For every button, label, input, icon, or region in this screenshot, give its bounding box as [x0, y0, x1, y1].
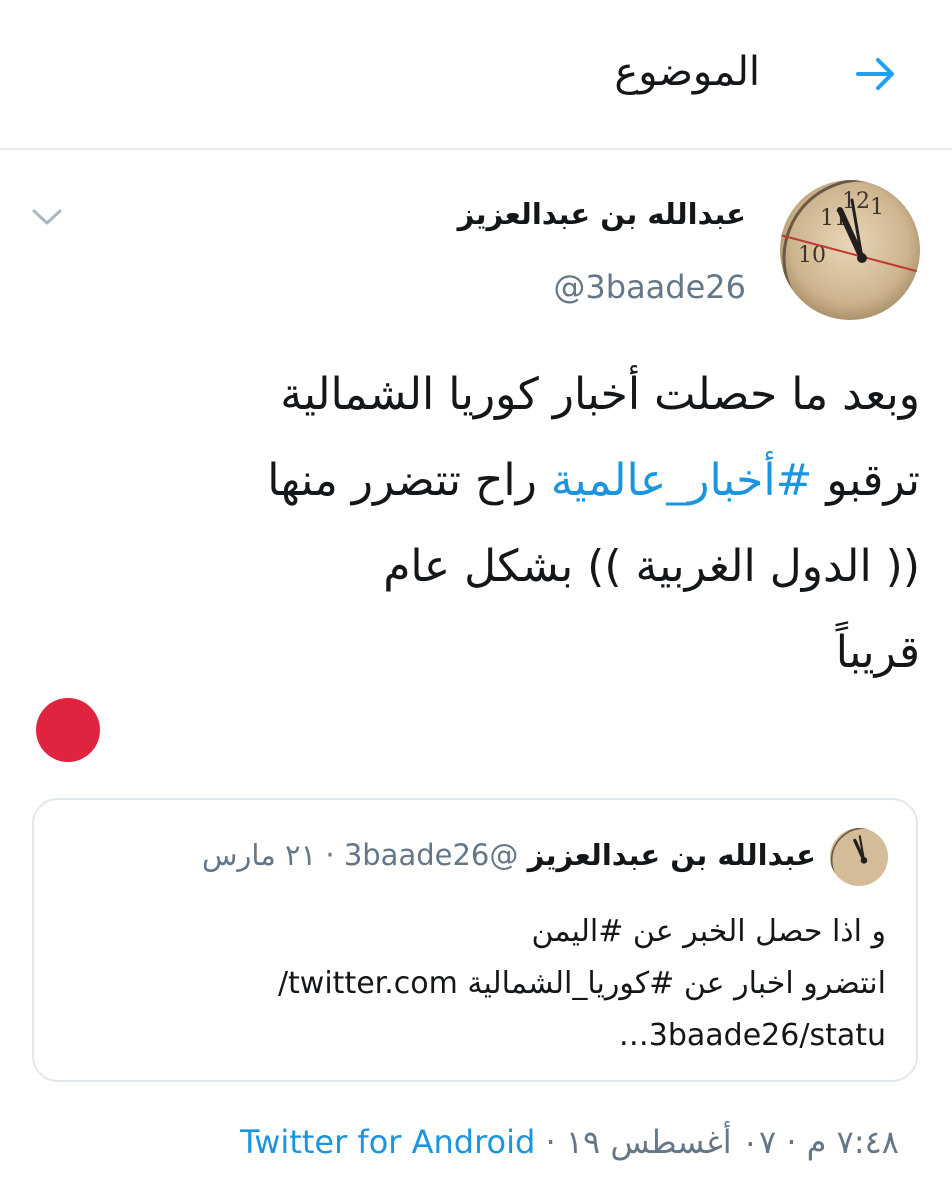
tweet-source-link[interactable]: Twitter for Android [240, 1123, 535, 1161]
author-name[interactable]: عبدالله بن عبدالعزيز [458, 194, 746, 234]
tweet-text-line: قريباً [835, 627, 920, 678]
tweet-timestamp-row: ٧:٤٨ م · ٠٧ أغسطس ١٩ · Twitter for Andro… [240, 1118, 899, 1166]
quoted-text-line: و اذا حصل الخبر عن #اليمن [531, 914, 886, 949]
tweet-text: وبعد ما حصلت أخبار كوريا الشمالية ترقبو … [40, 352, 920, 696]
tweet-text-line: وبعد ما حصلت أخبار كوريا الشمالية [280, 369, 920, 420]
page-title: الموضوع [614, 49, 760, 95]
separator-dot: · [535, 1123, 566, 1161]
clock-avatar-image: 11 12 1 10 [780, 180, 920, 320]
quoted-avatar [830, 828, 888, 886]
quoted-date: · ٢١ مارس [202, 838, 344, 872]
quoted-tweet-card[interactable]: عبدالله بن عبدالعزيز @3baade26 · ٢١ مارس… [32, 798, 918, 1082]
tweet-text-line: ترقبو #أخبار_عالمية راح تتضرر منها [40, 438, 920, 524]
quoted-text-line: 3baade26/statu… [618, 1018, 886, 1053]
hashtag-link[interactable]: #أخبار_عالمية [551, 455, 813, 506]
quoted-tweet-header: عبدالله بن عبدالعزيز @3baade26 · ٢١ مارس [202, 834, 816, 876]
author-handle[interactable]: @3baade26 [553, 266, 746, 308]
tweet-text-segment: ترقبو [812, 455, 920, 506]
avatar[interactable]: 11 12 1 10 [780, 180, 920, 320]
quoted-text-line: انتضرو اخبار عن #كوريا_الشمالية twitter.… [277, 966, 886, 1001]
quoted-author-handle: @3baade26 [343, 838, 519, 872]
svg-text:1: 1 [870, 195, 884, 220]
svg-text:12: 12 [842, 189, 870, 214]
tweet-text-line: (( الدول الغربية )) بشكل عام [383, 541, 920, 592]
chevron-down-icon[interactable] [30, 205, 64, 229]
quoted-author-name: عبدالله بن عبدالعزيز [527, 838, 816, 872]
red-circle-emoji [36, 698, 100, 762]
clock-avatar-image [830, 828, 888, 886]
arrow-right-icon[interactable] [852, 50, 900, 98]
quoted-tweet-text: و اذا حصل الخبر عن #اليمن انتضرو اخبار ع… [66, 906, 886, 1062]
top-app-bar: الموضوع [0, 0, 952, 150]
tweet-timestamp[interactable]: ٧:٤٨ م · ٠٧ أغسطس ١٩ [566, 1123, 899, 1161]
tweet-text-segment: راح تتضرر منها [267, 455, 551, 506]
